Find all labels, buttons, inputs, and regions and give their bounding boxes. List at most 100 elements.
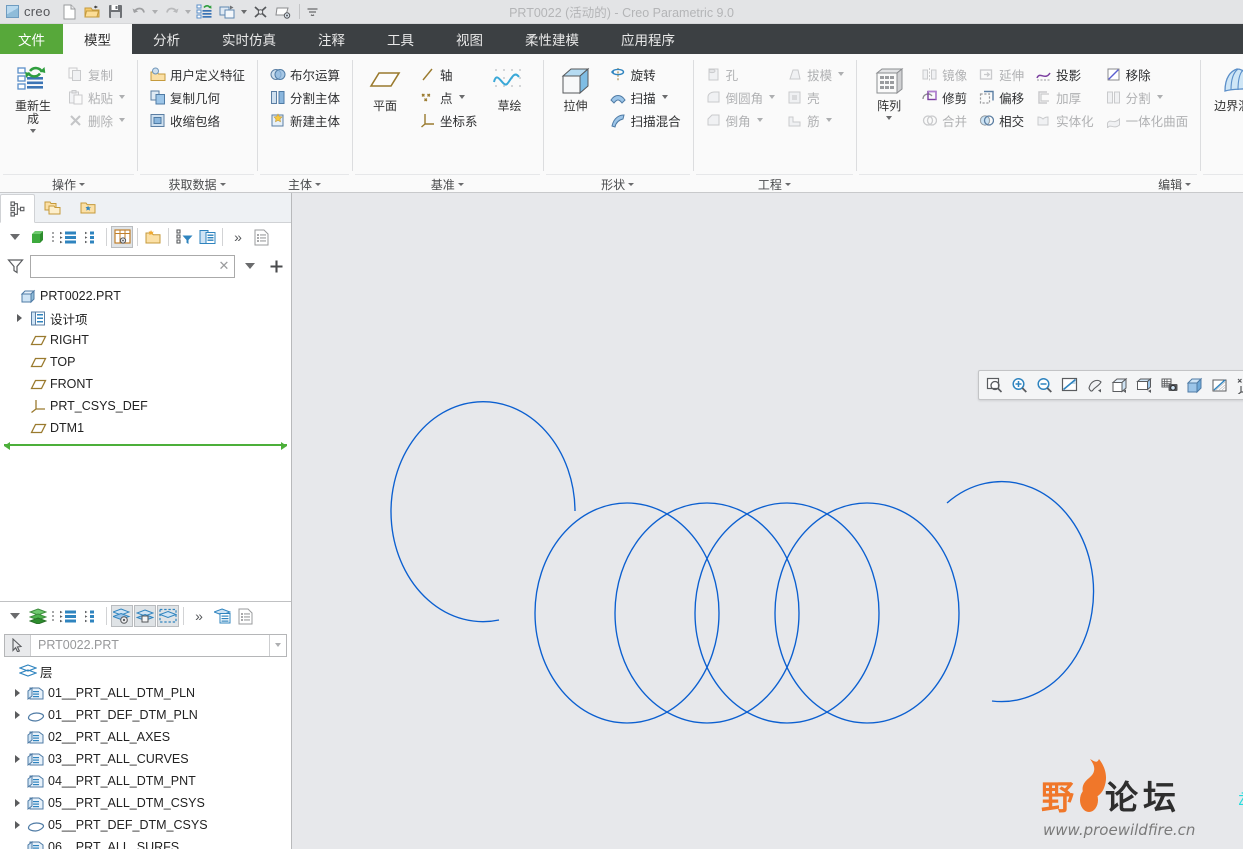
shell-button[interactable]: 壳 — [781, 86, 849, 108]
layer-expand-arrow-icon[interactable] — [8, 711, 26, 719]
tree-filter-icon[interactable] — [173, 226, 195, 248]
tree-item-part[interactable]: PRT0022.PRT — [0, 285, 291, 307]
datum-axis-button[interactable]: 轴 — [414, 63, 483, 85]
perspective-icon[interactable] — [1207, 373, 1232, 397]
tree-collapse-icon[interactable] — [80, 226, 102, 248]
pattern-button[interactable]: 阵列 — [863, 59, 915, 124]
solidify-button[interactable]: 实体化 — [1030, 109, 1099, 131]
group-label-body[interactable]: 主体 — [260, 174, 350, 193]
regenerate-button[interactable]: 重新生成 — [7, 59, 59, 137]
sketch-button[interactable]: 草绘 — [484, 59, 536, 114]
group-label-surfaces[interactable]: 曲面 — [1203, 174, 1243, 193]
tab-file[interactable]: 文件 — [0, 24, 63, 54]
split-surface-caret-icon[interactable] — [1156, 95, 1163, 99]
copy-geometry-button[interactable]: 复制几何 — [144, 86, 250, 108]
group-label-get-data[interactable]: 获取数据 — [140, 174, 255, 193]
layer-expand-icon[interactable] — [57, 605, 79, 627]
layer-note-icon[interactable] — [234, 605, 256, 627]
intersect-button[interactable]: 相交 — [973, 109, 1029, 131]
layer-row[interactable]: 03__PRT_ALL_CURVES — [0, 748, 291, 770]
unified-surface-button[interactable]: 一体化曲面 — [1100, 109, 1194, 131]
layer-tree-icon[interactable] — [211, 605, 233, 627]
paste-caret-icon[interactable] — [119, 95, 126, 99]
group-label-datum[interactable]: 基准 — [355, 174, 540, 193]
layer-expand-arrow-icon[interactable] — [8, 689, 26, 697]
redo-icon[interactable] — [161, 2, 183, 22]
customize-qat-icon[interactable] — [304, 2, 322, 22]
layer-more-icon[interactable]: » — [188, 605, 210, 627]
layer-isolate-icon[interactable] — [134, 605, 156, 627]
tab-analysis[interactable]: 分析 — [132, 24, 201, 54]
delete-caret-icon[interactable] — [119, 118, 126, 122]
round-button[interactable]: 倒圆角 — [700, 86, 781, 108]
round-caret-icon[interactable] — [769, 95, 776, 99]
split-body-button[interactable]: 分割主体 — [264, 86, 345, 108]
tree-item-top[interactable]: TOP — [0, 351, 291, 373]
layers-icon[interactable] — [27, 605, 49, 627]
layer-menu-dots-icon[interactable] — [50, 606, 56, 626]
extend-button[interactable]: 延伸 — [973, 63, 1029, 85]
trim-button[interactable]: 修剪 — [916, 86, 972, 108]
layer-expand-arrow-icon[interactable] — [8, 821, 26, 829]
tree-table-icon[interactable] — [196, 226, 218, 248]
offset-button[interactable]: 偏移 — [973, 86, 1029, 108]
tab-view[interactable]: 视图 — [435, 24, 504, 54]
tab-applications[interactable]: 应用程序 — [600, 24, 696, 54]
tree-settings-caret-icon[interactable] — [4, 226, 26, 248]
group-label-engineering[interactable]: 工程 — [695, 174, 854, 193]
sweep-button[interactable]: 扫描 — [605, 86, 686, 108]
saved-views-icon[interactable] — [1107, 373, 1132, 397]
layer-expand-arrow-icon[interactable] — [8, 755, 26, 763]
tab-annotate[interactable]: 注释 — [297, 24, 366, 54]
tab-model[interactable]: 模型 — [63, 24, 132, 54]
graphics-viewport[interactable]: Y X Z PRT_CSYS_DEF — [292, 193, 1243, 849]
split-surface-button[interactable]: 分割 — [1100, 86, 1194, 108]
zoom-box-icon[interactable] — [982, 373, 1007, 397]
project-button[interactable]: 投影 — [1030, 63, 1099, 85]
tree-display-icon[interactable] — [27, 226, 49, 248]
tree-expand-all-icon[interactable] — [57, 226, 79, 248]
boundary-blend-button[interactable]: 边界混合 — [1207, 59, 1243, 113]
tree-note-icon[interactable] — [250, 226, 272, 248]
window-dropdown-caret-icon[interactable] — [240, 2, 249, 22]
paste-button[interactable]: 粘贴 — [62, 86, 130, 108]
tree-expand-arrow-icon[interactable] — [10, 314, 28, 322]
undo-dropdown-caret-icon[interactable] — [151, 2, 160, 22]
tree-item-right[interactable]: RIGHT — [0, 329, 291, 351]
layer-row[interactable]: 04__PRT_ALL_DTM_PNT — [0, 770, 291, 792]
new-file-icon[interactable] — [59, 2, 81, 22]
rib-caret-icon[interactable] — [825, 118, 832, 122]
draft-button[interactable]: 拔模 — [781, 63, 849, 85]
delete-button[interactable]: 删除 — [62, 109, 130, 131]
tree-item-csys[interactable]: PRT_CSYS_DEF — [0, 395, 291, 417]
tree-item-dtm1[interactable]: DTM1 — [0, 417, 291, 439]
tree-item-design-items[interactable]: 设计项 — [0, 307, 291, 329]
copy-button[interactable]: 复制 — [62, 63, 130, 85]
layer-show-icon[interactable] — [111, 605, 133, 627]
model-tree-search-box[interactable]: ✕ — [30, 254, 235, 278]
zoom-in-icon[interactable] — [1007, 373, 1032, 397]
layer-settings-caret-icon[interactable] — [4, 605, 26, 627]
draft-caret-icon[interactable] — [838, 72, 845, 76]
regenerate-caret-icon[interactable] — [30, 126, 36, 136]
tab-realtime-simulation[interactable]: 实时仿真 — [201, 24, 297, 54]
favorites-tab[interactable] — [70, 193, 105, 222]
tab-tools[interactable]: 工具 — [366, 24, 435, 54]
layer-row[interactable]: 06__PRT_ALL_SURFS — [0, 836, 291, 849]
layer-row[interactable]: 02__PRT_ALL_AXES — [0, 726, 291, 748]
datum-plane-button[interactable]: 平面 — [359, 59, 411, 114]
datum-point-button[interactable]: 点 — [414, 86, 483, 108]
close-window-icon[interactable] — [250, 2, 272, 22]
tree-more-icon[interactable]: » — [227, 226, 249, 248]
refit-icon[interactable] — [1057, 373, 1082, 397]
shrinkwrap-button[interactable]: 收缩包络 — [144, 109, 250, 131]
layer-row[interactable]: 01__PRT_DEF_DTM_PLN — [0, 704, 291, 726]
search-options-caret-icon[interactable] — [239, 255, 261, 277]
swept-blend-button[interactable]: 扫描混合 — [605, 109, 686, 131]
reorient-icon[interactable] — [1082, 373, 1107, 397]
layer-root-row[interactable]: 层 — [0, 660, 291, 682]
layer-select-icon[interactable] — [157, 605, 179, 627]
group-label-shapes[interactable]: 形状 — [545, 174, 690, 193]
mirror-button[interactable]: 镜像 — [916, 63, 972, 85]
layer-row[interactable]: 05__PRT_ALL_DTM_CSYS — [0, 792, 291, 814]
